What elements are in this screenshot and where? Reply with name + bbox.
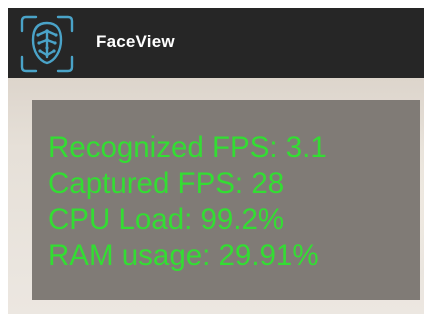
faceview-window: FaceView Recognized FPS: 3.1 Captured FP… bbox=[0, 0, 432, 321]
recognized-fps-readout: Recognized FPS: 3.1 bbox=[48, 131, 327, 164]
captured-fps-readout: Captured FPS: 28 bbox=[48, 167, 285, 200]
cpu-load-readout: CPU Load: 99.2% bbox=[48, 203, 285, 236]
ram-usage-readout: RAM usage: 29.91% bbox=[48, 239, 319, 272]
camera-view: Recognized FPS: 3.1 Captured FPS: 28 CPU… bbox=[8, 78, 424, 314]
app-header: FaceView bbox=[8, 8, 424, 78]
stats-overlay: Recognized FPS: 3.1 Captured FPS: 28 CPU… bbox=[32, 100, 420, 300]
face-scan-icon bbox=[20, 15, 74, 73]
app-title: FaceView bbox=[96, 32, 175, 51]
